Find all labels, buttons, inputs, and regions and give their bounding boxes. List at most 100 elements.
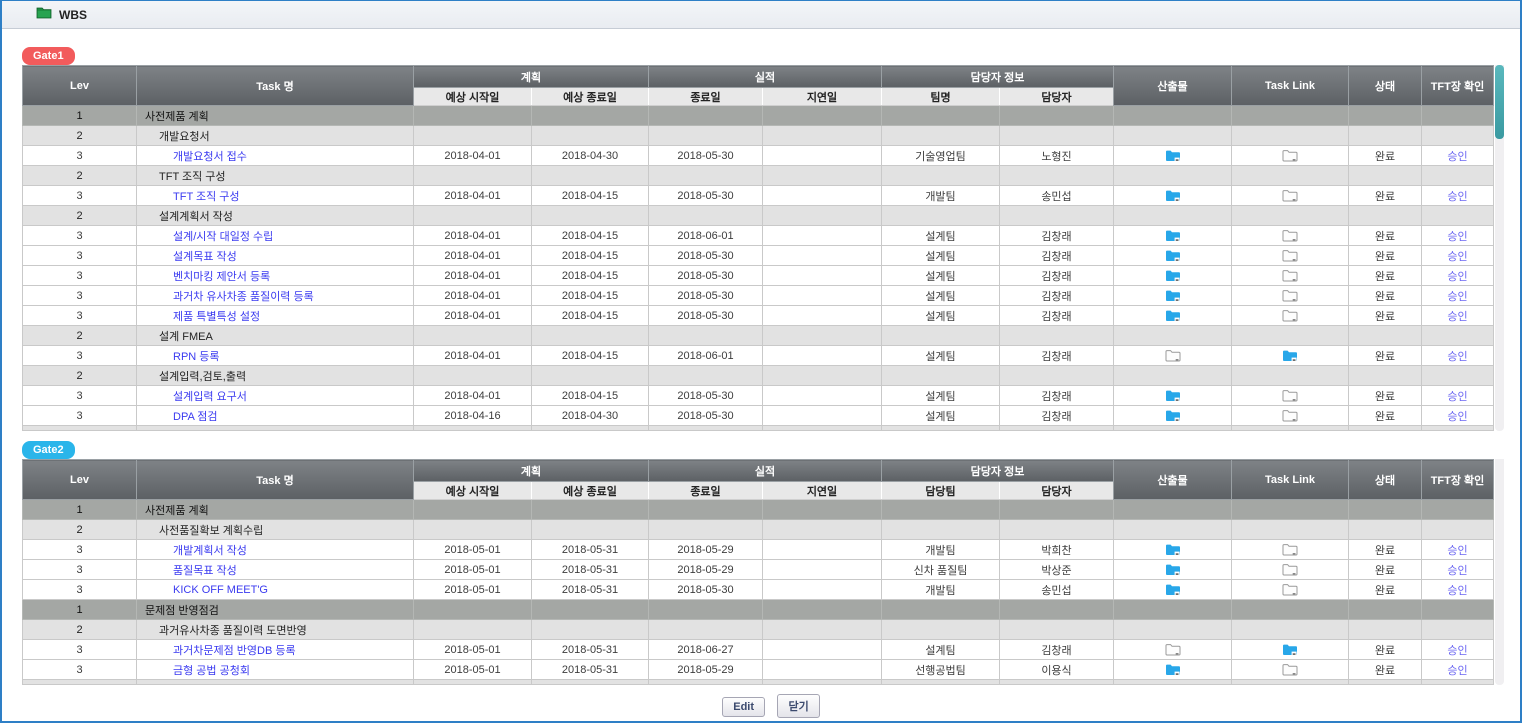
approve-link[interactable]: 승인 [1447, 391, 1467, 403]
deliverable-gray-folder-icon[interactable] [1165, 349, 1181, 361]
lev-cell: 2 [23, 520, 137, 540]
gate1-vertical-scrollbar[interactable] [1495, 65, 1504, 431]
approve-link[interactable]: 승인 [1447, 585, 1467, 597]
task-link[interactable]: 설계입력 요구서 [173, 391, 247, 403]
approve-link[interactable]: 승인 [1447, 271, 1467, 283]
approve-link[interactable]: 승인 [1447, 251, 1467, 263]
approve-link[interactable]: 승인 [1447, 565, 1467, 577]
task-link-cell [1232, 226, 1349, 246]
gate2-vertical-scrollbar[interactable] [1495, 459, 1504, 685]
tft-confirm-cell: 승인 [1422, 640, 1494, 660]
empty-cell [1114, 206, 1232, 226]
deliverable-blue-folder-icon[interactable] [1165, 663, 1181, 675]
task-link[interactable]: 설계목표 작성 [173, 251, 237, 263]
table-row: 1사전제품 계획 [23, 500, 1494, 520]
empty-cell [649, 366, 763, 386]
empty-cell [1232, 206, 1349, 226]
tasklink-gray-folder-icon[interactable] [1282, 563, 1298, 575]
approve-link[interactable]: 승인 [1447, 545, 1467, 557]
deliverable-blue-folder-icon[interactable] [1165, 389, 1181, 401]
approve-link[interactable]: 승인 [1447, 191, 1467, 203]
gate1-badge: Gate1 [22, 47, 75, 65]
delay-cell [763, 146, 882, 166]
approve-link[interactable]: 승인 [1447, 151, 1467, 163]
empty-cell [649, 500, 763, 520]
tasklink-gray-folder-icon[interactable] [1282, 409, 1298, 421]
status-cell: 완료 [1349, 580, 1422, 600]
approve-link[interactable]: 승인 [1447, 291, 1467, 303]
task-link[interactable]: TFT 조직 구성 [173, 191, 240, 203]
deliverable-blue-folder-icon[interactable] [1165, 249, 1181, 261]
task-link[interactable]: RPN 등록 [173, 351, 220, 363]
tasklink-gray-folder-icon[interactable] [1282, 229, 1298, 241]
edit-button[interactable]: Edit [722, 697, 765, 717]
deliverable-blue-folder-icon[interactable] [1165, 269, 1181, 281]
plan-end-cell: 2018-04-15 [532, 306, 649, 326]
tasklink-gray-folder-icon[interactable] [1282, 309, 1298, 321]
deliverable-blue-folder-icon[interactable] [1165, 543, 1181, 555]
approve-link[interactable]: 승인 [1447, 665, 1467, 677]
deliverable-blue-folder-icon[interactable] [1165, 583, 1181, 595]
deliverable-blue-folder-icon[interactable] [1165, 409, 1181, 421]
owner-cell: 송민섭 [1000, 186, 1114, 206]
task-link[interactable]: 과거차문제점 반영DB 등록 [173, 645, 296, 657]
close-button[interactable]: 닫기 [777, 694, 819, 718]
empty-cell [1422, 326, 1494, 346]
tasklink-gray-folder-icon[interactable] [1282, 289, 1298, 301]
approve-link[interactable]: 승인 [1447, 311, 1467, 323]
task-link[interactable]: 설계/시작 대일정 수립 [173, 231, 273, 243]
empty-cell [882, 366, 1000, 386]
approve-link[interactable]: 승인 [1447, 411, 1467, 423]
col-header-owner: 담당자 [1000, 88, 1114, 106]
task-link[interactable]: 금형 공법 공청회 [173, 665, 250, 677]
task-link-cell [1232, 266, 1349, 286]
task-link[interactable]: 개발요청서 접수 [173, 151, 247, 163]
tasklink-blue-folder-icon[interactable] [1282, 643, 1298, 655]
col-header-plan-end: 예상 종료일 [532, 88, 649, 106]
deliverable-blue-folder-icon[interactable] [1165, 563, 1181, 575]
tasklink-gray-folder-icon[interactable] [1282, 663, 1298, 675]
delay-cell [763, 346, 882, 366]
empty-cell [1114, 106, 1232, 126]
owner-cell: 김창래 [1000, 246, 1114, 266]
deliverable-blue-folder-icon[interactable] [1165, 229, 1181, 241]
tasklink-gray-folder-icon[interactable] [1282, 249, 1298, 261]
delay-cell [763, 286, 882, 306]
deliverable-blue-folder-icon[interactable] [1165, 289, 1181, 301]
task-link[interactable]: KICK OFF MEET'G [173, 584, 268, 596]
tasklink-gray-folder-icon[interactable] [1282, 149, 1298, 161]
tasklink-blue-folder-icon[interactable] [1282, 349, 1298, 361]
empty-cell [882, 166, 1000, 186]
tasklink-gray-folder-icon[interactable] [1282, 189, 1298, 201]
empty-cell [763, 620, 882, 640]
lev-cell: 2 [23, 206, 137, 226]
header-row-groups: LevTask 명계획실적담당자 정보산출물Task Link상태TFT장 확인 [23, 66, 1494, 88]
deliverable-blue-folder-icon[interactable] [1165, 189, 1181, 201]
tft-confirm-cell: 승인 [1422, 286, 1494, 306]
gate1-wbs-table: LevTask 명계획실적담당자 정보산출물Task Link상태TFT장 확인… [22, 65, 1494, 431]
task-link[interactable]: 개발계획서 작성 [173, 545, 247, 557]
task-link[interactable]: 과거차 유사차종 품질이력 등록 [173, 291, 314, 303]
task-link[interactable]: 제품 특별특성 설정 [173, 311, 260, 323]
tasklink-gray-folder-icon[interactable] [1282, 389, 1298, 401]
deliverable-blue-folder-icon[interactable] [1165, 149, 1181, 161]
approve-link[interactable]: 승인 [1447, 231, 1467, 243]
tasklink-gray-folder-icon[interactable] [1282, 543, 1298, 555]
tasklink-gray-folder-icon[interactable] [1282, 269, 1298, 281]
empty-cell [532, 106, 649, 126]
empty-cell [1114, 620, 1232, 640]
task-link[interactable]: 품질목표 작성 [173, 565, 237, 577]
task-link[interactable]: 벤치마킹 제안서 등록 [173, 271, 270, 283]
deliverable-blue-folder-icon[interactable] [1165, 309, 1181, 321]
approve-link[interactable]: 승인 [1447, 351, 1467, 363]
col-header-lev: Lev [23, 460, 137, 500]
end-date-cell: 2018-05-30 [649, 146, 763, 166]
empty-cell [882, 126, 1000, 146]
col-group-plan: 계획 [414, 460, 649, 482]
gate1-scrollbar-thumb[interactable] [1495, 65, 1504, 139]
deliverable-gray-folder-icon[interactable] [1165, 643, 1181, 655]
tasklink-gray-folder-icon[interactable] [1282, 583, 1298, 595]
empty-cell [414, 426, 532, 431]
approve-link[interactable]: 승인 [1447, 645, 1467, 657]
task-link[interactable]: DPA 점검 [173, 411, 218, 423]
